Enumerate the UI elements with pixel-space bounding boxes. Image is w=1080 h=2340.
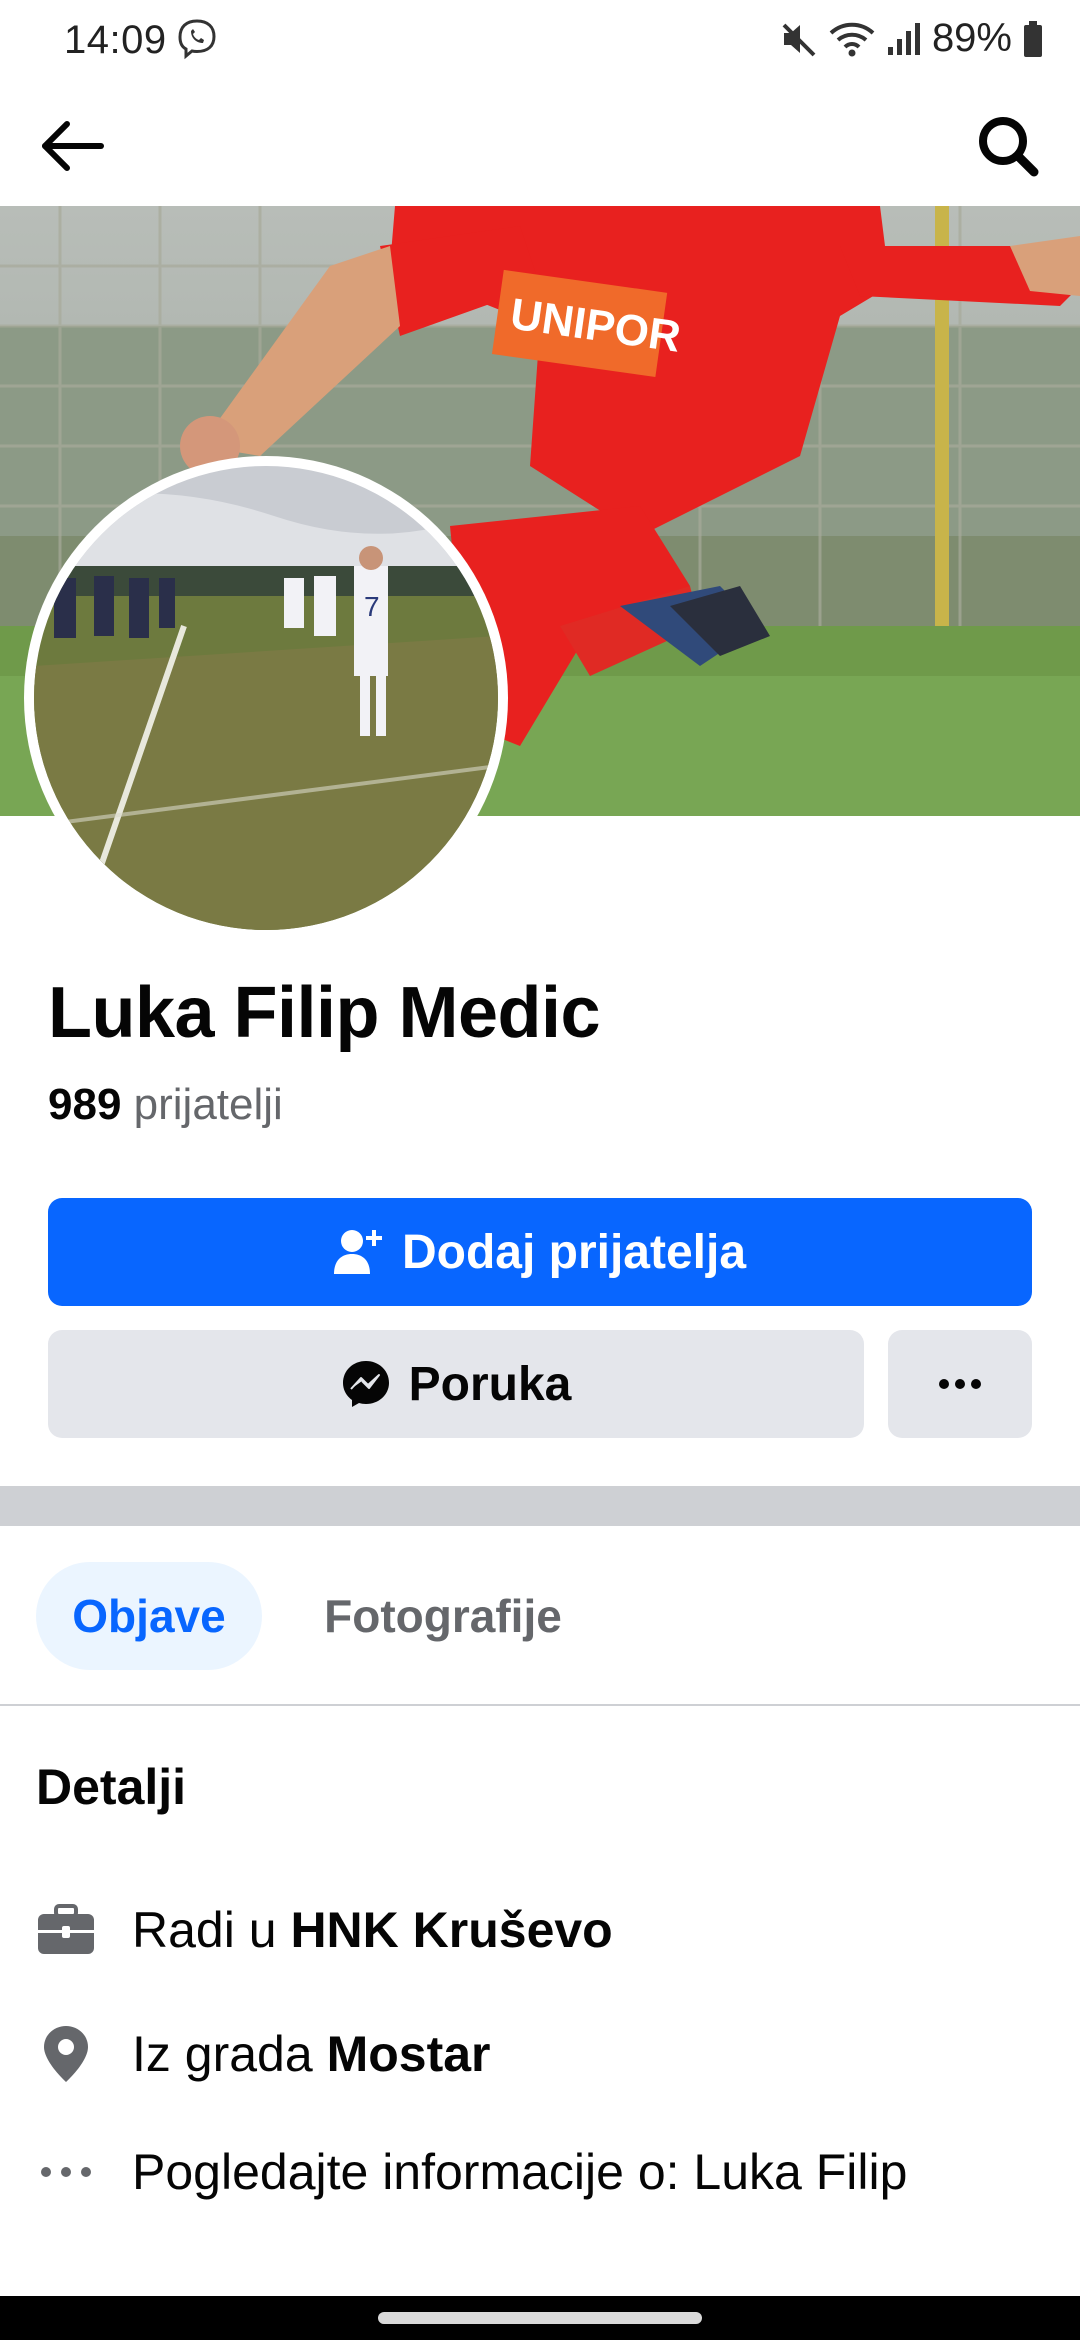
more-info-text: Pogledajte informacije o: Luka Filip xyxy=(132,2144,908,2200)
detail-more-info[interactable]: Pogledajte informacije o: Luka Filip xyxy=(36,2142,907,2202)
system-nav-bar xyxy=(0,2296,1080,2340)
tabs-divider xyxy=(0,1704,1080,1706)
briefcase-icon xyxy=(36,1900,96,1960)
add-friend-button[interactable]: Dodaj prijatelja xyxy=(48,1198,1032,1306)
tab-posts[interactable]: Objave xyxy=(36,1562,262,1670)
app-header xyxy=(0,80,1080,206)
status-icons: 89% xyxy=(780,16,1044,61)
more-options-button[interactable] xyxy=(888,1330,1032,1438)
messenger-icon xyxy=(342,1361,389,1407)
back-button[interactable] xyxy=(36,110,108,182)
detail-work[interactable]: Radi u HNK Kruševo xyxy=(36,1900,613,1960)
city-name[interactable]: Mostar xyxy=(327,2026,491,2082)
home-handle[interactable] xyxy=(378,2312,702,2324)
friends-label: prijatelji xyxy=(133,1080,283,1129)
battery-icon xyxy=(1024,20,1042,57)
search-icon xyxy=(979,117,1039,177)
profile-name: Luka Filip Medic xyxy=(48,973,601,1053)
city-prefix: Iz grada xyxy=(132,2026,313,2082)
friends-count[interactable]: 989 prijatelji xyxy=(48,1080,283,1130)
section-divider xyxy=(0,1486,1080,1526)
message-button[interactable]: Poruka xyxy=(48,1330,864,1438)
friends-number: 989 xyxy=(48,1080,122,1129)
work-prefix: Radi u xyxy=(132,1902,277,1958)
message-label: Poruka xyxy=(408,1357,572,1411)
tab-photos[interactable]: Fotografije xyxy=(290,1562,596,1670)
viber-notification-icon xyxy=(176,18,218,60)
add-friend-label: Dodaj prijatelja xyxy=(401,1225,747,1279)
battery-percent: 89% xyxy=(931,16,1012,60)
details-title: Detalji xyxy=(36,1759,187,1815)
add-person-icon xyxy=(333,1230,382,1274)
profile-avatar[interactable]: 7 xyxy=(24,456,508,940)
ellipsis-icon xyxy=(36,2142,96,2202)
work-text: Radi u HNK Kruševo xyxy=(132,1901,613,1959)
location-pin-icon xyxy=(36,2024,96,2084)
status-bar: 14:09 89% xyxy=(0,0,1080,80)
city-text: Iz grada Mostar xyxy=(132,2025,491,2083)
search-button[interactable] xyxy=(972,110,1044,182)
svg-text:7: 7 xyxy=(364,591,380,622)
signal-icon xyxy=(887,22,920,55)
mute-icon xyxy=(782,23,816,56)
more-dots-icon xyxy=(939,1379,981,1389)
work-place[interactable]: HNK Kruševo xyxy=(290,1902,612,1958)
wifi-icon xyxy=(829,22,875,56)
status-time: 14:09 xyxy=(64,18,167,62)
detail-city[interactable]: Iz grada Mostar xyxy=(36,2024,491,2084)
back-arrow-icon xyxy=(42,121,104,171)
